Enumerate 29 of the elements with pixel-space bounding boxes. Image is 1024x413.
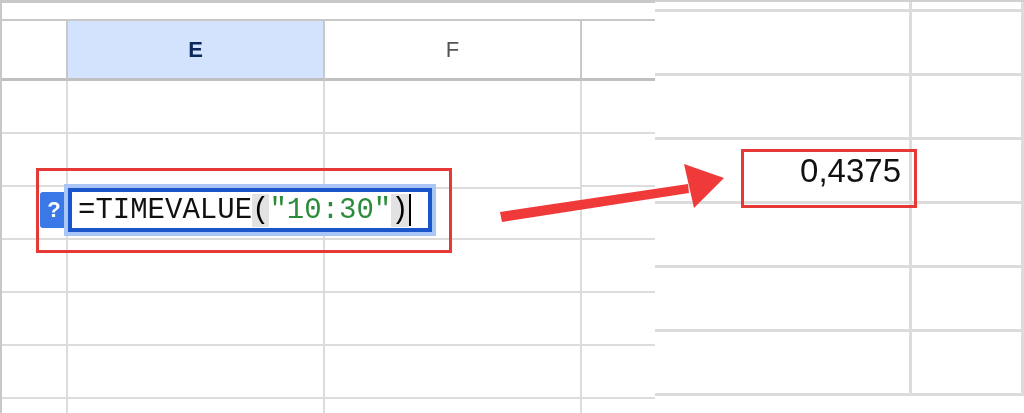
sheet-cell[interactable] — [655, 204, 912, 268]
sheet-cell[interactable] — [580, 134, 655, 187]
sheet-cell[interactable] — [68, 293, 325, 346]
sheet-cell[interactable] — [655, 268, 912, 332]
sheet-cell[interactable] — [68, 346, 325, 399]
sheet-cell[interactable] — [912, 332, 1024, 396]
sheet-cell[interactable] — [325, 81, 582, 134]
sheet-cell[interactable] — [325, 346, 582, 399]
sheet-cell[interactable] — [912, 268, 1024, 332]
sheet-cell[interactable] — [68, 81, 325, 134]
sheet-cell[interactable] — [325, 293, 582, 346]
text-cursor — [408, 194, 411, 226]
sheet-cell[interactable] — [68, 240, 325, 293]
sheet-cell[interactable] — [325, 240, 582, 293]
sheet-cell[interactable] — [912, 204, 1024, 268]
sheet-cell[interactable] — [912, 2, 1024, 12]
sheet-cell[interactable] — [912, 140, 1024, 204]
column-header[interactable]: E — [68, 21, 325, 81]
row-header-cell — [2, 346, 68, 399]
row-header-cell — [2, 293, 68, 346]
sheet-cell[interactable] — [655, 2, 912, 12]
sheet-cell[interactable] — [655, 332, 912, 396]
sheet-cell[interactable] — [655, 12, 912, 76]
row-header-cell — [2, 240, 68, 293]
column-header[interactable]: F — [325, 21, 582, 81]
row-header-cell — [2, 81, 68, 134]
sheet-cell[interactable] — [912, 76, 1024, 140]
sheet-cell[interactable] — [912, 12, 1024, 76]
sheet-cell[interactable] — [655, 76, 912, 140]
